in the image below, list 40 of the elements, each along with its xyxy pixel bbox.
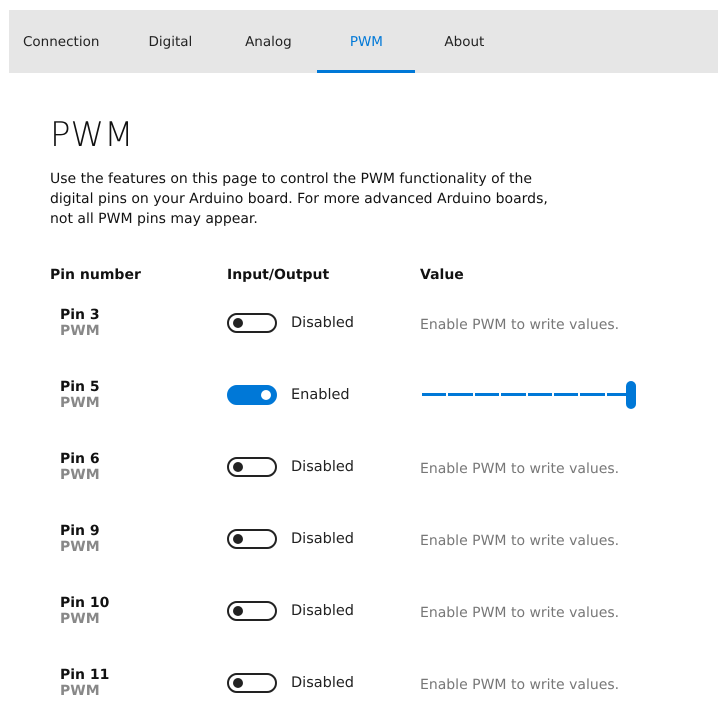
page-title: PWM bbox=[50, 114, 134, 157]
tab[interactable]: Analog bbox=[219, 10, 318, 73]
value-hint: Enable PWM to write values. bbox=[420, 676, 620, 692]
toggle-switch[interactable] bbox=[227, 529, 277, 549]
toggle-switch[interactable] bbox=[227, 457, 277, 477]
value-hint: Enable PWM to write values. bbox=[420, 532, 620, 548]
value-hint: Enable PWM to write values. bbox=[420, 604, 620, 620]
value-slider[interactable] bbox=[420, 381, 636, 409]
toggle-state: Disabled bbox=[291, 459, 354, 475]
toggle-switch[interactable] bbox=[227, 313, 277, 333]
pin-label: Pin 9 bbox=[60, 523, 101, 539]
toggle-switch[interactable] bbox=[227, 601, 277, 621]
column-header: Pin number bbox=[50, 267, 142, 283]
pin-type: PWM bbox=[60, 611, 101, 627]
description: Use the features on this page to control the PWM functionality of the digital pins on your Arduino board. For more advanced Arduino boards, not all PWM pins may appear. bbox=[50, 170, 549, 229]
pin-label: Pin 5 bbox=[60, 379, 101, 395]
toggle-state: Enabled bbox=[291, 387, 350, 403]
pin-type: PWM bbox=[60, 539, 101, 555]
column-header: Value bbox=[420, 267, 465, 283]
pin-type: PWM bbox=[60, 467, 101, 483]
column-header: Input/Output bbox=[227, 267, 330, 283]
value-hint: Enable PWM to write values. bbox=[420, 316, 620, 332]
value-hint: Enable PWM to write values. bbox=[420, 460, 620, 476]
toggle-switch[interactable] bbox=[227, 385, 277, 405]
pin-type: PWM bbox=[60, 395, 101, 411]
tab[interactable]: About bbox=[415, 10, 514, 73]
pin-label: Pin 11 bbox=[60, 667, 110, 683]
tab[interactable]: PWM bbox=[317, 10, 416, 73]
pin-type: PWM bbox=[60, 323, 101, 339]
toggle-state: Disabled bbox=[291, 315, 354, 331]
pin-type: PWM bbox=[60, 683, 101, 699]
toggle-state: Disabled bbox=[291, 675, 354, 691]
pin-label: Pin 6 bbox=[60, 451, 101, 467]
toggle-switch[interactable] bbox=[227, 673, 277, 693]
toggle-state: Disabled bbox=[291, 603, 354, 619]
toggle-state: Disabled bbox=[291, 531, 354, 547]
pin-label: Pin 3 bbox=[60, 307, 101, 323]
pin-label: Pin 10 bbox=[60, 595, 110, 611]
tab[interactable]: Connection bbox=[9, 10, 122, 73]
tab[interactable]: Digital bbox=[121, 10, 220, 73]
